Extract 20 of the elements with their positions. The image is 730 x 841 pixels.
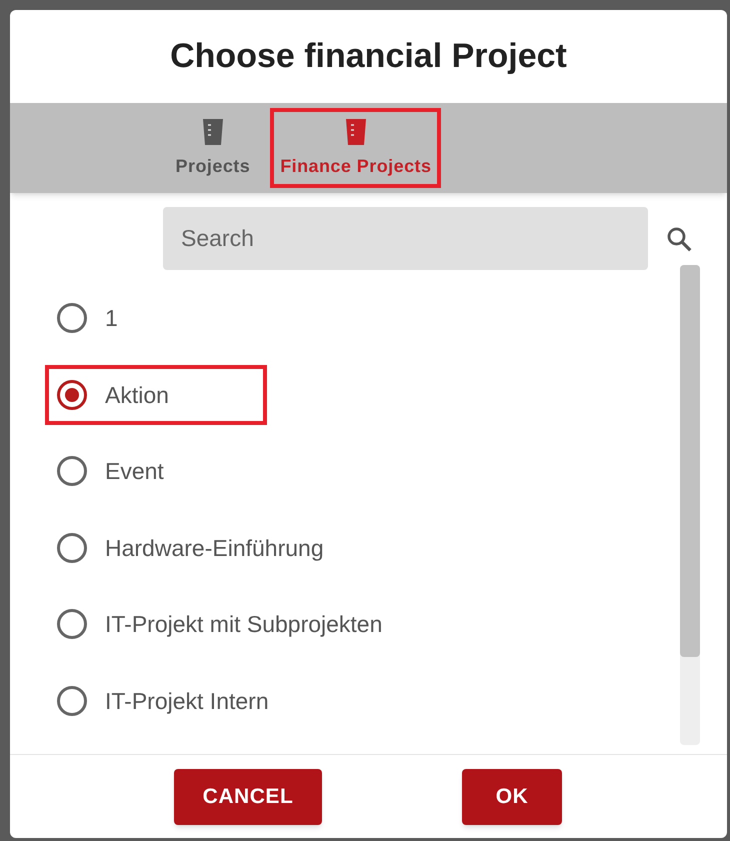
radio-button[interactable] (57, 532, 87, 563)
radio-option[interactable]: 1 (45, 288, 128, 348)
radio-option[interactable]: Event (45, 441, 174, 502)
dialog-title: Choose financial Project (170, 36, 567, 77)
radio-option[interactable]: Aktion (45, 364, 267, 425)
radio-option[interactable]: Hardware-Einführung (45, 518, 334, 578)
radio-button[interactable] (57, 686, 87, 716)
scrollbar-thumb[interactable] (680, 265, 700, 657)
radio-button[interactable] (57, 456, 87, 486)
beaker-icon (200, 116, 225, 146)
radio-button[interactable] (57, 303, 87, 334)
tab[interactable]: Projects (166, 108, 260, 188)
beaker-icon (344, 116, 368, 146)
radio-option[interactable]: IT-Projekt mit Subprojekten (45, 594, 392, 654)
radio-button[interactable] (57, 609, 87, 640)
dialog-button[interactable]: OK (462, 768, 562, 824)
radio-option[interactable]: IT-Projekt Intern (45, 670, 279, 731)
radio-button[interactable] (57, 380, 87, 410)
search-field[interactable]: Search (163, 207, 648, 270)
dialog-button[interactable]: CANCEL (174, 768, 322, 824)
